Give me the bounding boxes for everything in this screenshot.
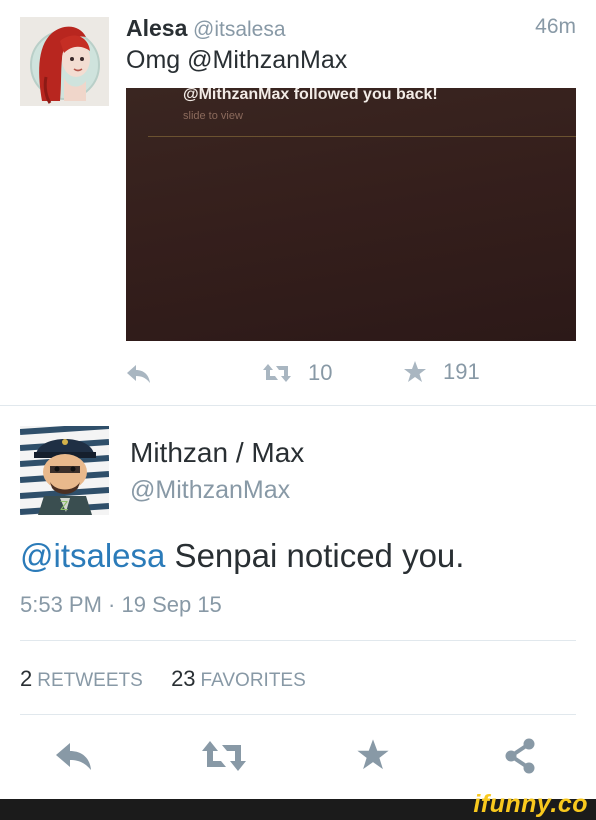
notification-title: @MithzanMax followed you back! xyxy=(183,88,438,103)
divider xyxy=(20,640,576,641)
reply-icon xyxy=(56,743,91,770)
favorite-button[interactable] xyxy=(356,738,390,777)
user-handle[interactable]: @itsalesa xyxy=(193,18,286,42)
mention-link[interactable]: @itsalesa xyxy=(20,537,165,574)
retweets-stat[interactable]: 2 RETWEETS xyxy=(20,666,143,691)
avatar[interactable] xyxy=(20,17,109,106)
avatar-illustration xyxy=(20,17,109,106)
notification-subtitle: slide to view xyxy=(183,110,243,122)
svg-text:Z: Z xyxy=(60,499,68,513)
avatar-illustration: Z xyxy=(20,426,109,515)
share-icon xyxy=(505,738,535,774)
retweet-count: 2 xyxy=(20,666,33,691)
share-button[interactable] xyxy=(503,738,537,779)
attached-photo[interactable]: @MithzanMax followed you back! slide to … xyxy=(126,88,576,341)
display-name[interactable]: Alesa xyxy=(126,15,187,42)
retweets-label: RETWEETS xyxy=(37,670,143,691)
relative-time: 46m xyxy=(535,15,576,38)
retweet-icon xyxy=(202,741,246,771)
favorite-button[interactable]: 191 xyxy=(403,359,480,385)
tweet-divider xyxy=(0,405,596,406)
favorites-stat[interactable]: 23 FAVORITES xyxy=(171,666,306,691)
divider-line xyxy=(148,136,576,137)
favorite-star-icon xyxy=(404,361,426,382)
display-name[interactable]: Mithzan / Max xyxy=(130,437,304,469)
user-handle[interactable]: @MithzanMax xyxy=(130,476,290,505)
favorite-count: 191 xyxy=(443,359,480,384)
tweet-text: Omg @MithzanMax xyxy=(126,46,348,74)
notification-banner: @MithzanMax followed you back! xyxy=(126,88,576,110)
retweet-button[interactable]: 10 xyxy=(262,360,332,386)
reply-button[interactable] xyxy=(126,363,152,385)
reply-icon xyxy=(127,365,150,383)
favorites-label: FAVORITES xyxy=(200,670,306,691)
tweet-stats: 2 RETWEETS 23 FAVORITES xyxy=(20,666,306,692)
ifunny-watermark: ifunny.co xyxy=(473,790,588,818)
tweet-text: @itsalesa Senpai noticed you. xyxy=(20,537,464,575)
retweet-button[interactable] xyxy=(201,739,247,778)
tweet-actions xyxy=(0,735,596,779)
tweet-body: Senpai noticed you. xyxy=(165,537,465,574)
favorite-star-icon xyxy=(357,739,389,770)
retweet-count: 10 xyxy=(308,360,333,385)
tweet-alesa[interactable]: Alesa @itsalesa 46m Omg @MithzanMax @Mit… xyxy=(0,0,596,405)
favorite-count: 23 xyxy=(171,666,196,691)
tweet-actions: 10 191 xyxy=(0,358,596,392)
divider xyxy=(20,714,576,715)
retweet-icon xyxy=(263,364,291,382)
avatar[interactable]: Z xyxy=(20,426,109,515)
timestamp[interactable]: 5:53 PM · 19 Sep 15 xyxy=(20,592,222,618)
reply-button[interactable] xyxy=(55,741,93,776)
